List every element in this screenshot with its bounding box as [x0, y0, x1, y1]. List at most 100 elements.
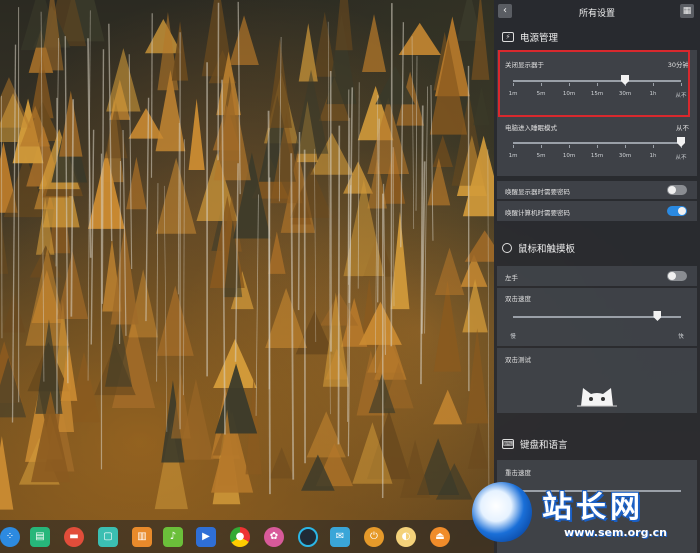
watermark: 站长网 www.sem.org.cn	[468, 478, 700, 553]
mail-icon[interactable]: ✉	[330, 527, 350, 547]
birch-trunk	[415, 55, 418, 211]
birch-trunk	[337, 125, 341, 445]
slider-tick-label: 10m	[562, 153, 576, 159]
toggle-knob	[668, 186, 676, 194]
tree	[306, 411, 346, 458]
eject-icon[interactable]: ⏏	[430, 527, 450, 547]
tree	[335, 0, 353, 51]
birch-trunk	[411, 36, 415, 229]
slider-tick	[653, 145, 654, 148]
slider-tick-label: 1h	[649, 91, 657, 97]
keyboard-section-title: ⌨ 键盘和语言	[502, 439, 568, 451]
sleep-slider[interactable]	[513, 142, 681, 144]
sleep-label: 电脑进入睡眠模式	[505, 124, 557, 132]
video-icon[interactable]: ▬	[64, 527, 84, 547]
birch-trunk	[101, 49, 105, 304]
grid-icon[interactable]: ▦	[680, 4, 694, 18]
slider-tick-label: 1m	[508, 91, 518, 97]
slider-thumb[interactable]	[677, 137, 685, 147]
slider-tick-label: 15m	[590, 153, 604, 159]
tree	[0, 211, 9, 274]
music-icon[interactable]: ▥	[132, 527, 152, 547]
panel-header: ‹ 所有设置 ▦	[494, 0, 700, 24]
slider-tick-label: 5m	[536, 91, 546, 97]
birch-trunk	[297, 132, 301, 311]
forest-trees	[0, 0, 494, 520]
tree	[156, 285, 194, 356]
birch-trunk	[183, 139, 185, 396]
double-click-speed-card: 双击速度 慢 快	[497, 288, 697, 346]
power-icon[interactable]: ⏻	[364, 527, 384, 547]
music-note-icon[interactable]: ♪	[163, 527, 183, 547]
slider-tick-label: 15m	[590, 91, 604, 97]
double-click-speed-label: 双击速度	[505, 295, 531, 303]
slider-tick	[653, 83, 654, 86]
left-hand-row: 左手	[497, 266, 697, 286]
slider-tick	[513, 145, 514, 148]
keyboard-icon: ⌨	[502, 439, 514, 449]
tree	[267, 39, 292, 128]
slider-tick	[569, 145, 570, 148]
slider-tick	[569, 83, 570, 86]
tree	[0, 436, 14, 510]
birch-trunk	[424, 86, 428, 334]
tree	[229, 15, 259, 65]
tree	[265, 287, 307, 349]
wake-display-password-row: 唤醒显示器时需要密码	[497, 181, 697, 199]
file-manager-icon[interactable]: ▤	[30, 527, 50, 547]
left-hand-label: 左手	[505, 274, 518, 282]
watermark-title: 站长网	[542, 490, 644, 525]
left-hand-toggle[interactable]	[667, 271, 687, 281]
tree	[434, 247, 465, 295]
wake-computer-password-toggle[interactable]	[667, 206, 687, 216]
wake-display-password-label: 唤醒显示器时需要密码	[505, 188, 570, 196]
tree	[298, 23, 318, 82]
system-icon[interactable]: ◐	[396, 527, 416, 547]
display-off-label: 关闭显示器于	[505, 61, 544, 69]
dock: ⁘ ▤ ▬ ▢ ▥ ♪ ▶ ● ✿ ✉ ⏻ ◐ ⏏	[0, 520, 494, 553]
wake-display-password-toggle[interactable]	[667, 185, 687, 195]
settings-panel: ‹ 所有设置 ▦ ⚡ 电源管理 关闭显示器于 30分钟 1m 5m 10m 15m 30…	[494, 0, 700, 553]
birch-trunk	[390, 3, 393, 347]
tree	[473, 86, 490, 126]
slider-tick	[541, 83, 542, 86]
slider-tick	[513, 83, 514, 86]
tree	[269, 447, 294, 479]
double-click-test-card: 双击测试	[497, 348, 697, 413]
sleep-value: 从不	[676, 124, 689, 132]
watermark-logo	[472, 482, 532, 542]
activity-icon[interactable]	[298, 527, 318, 547]
movie-icon[interactable]: ▶	[196, 527, 216, 547]
mouse-icon	[502, 243, 512, 253]
sleep-card: 电脑进入睡眠模式 从不 1m 5m 10m 15m 30m 1h 从不	[497, 117, 697, 176]
launcher-icon[interactable]: ⁘	[0, 527, 20, 547]
birch-trunk	[400, 22, 405, 248]
slider-tick	[541, 145, 542, 148]
slider-tick-label: 从不	[675, 93, 687, 99]
slider-thumb[interactable]	[621, 75, 629, 85]
birch-trunk	[90, 129, 95, 345]
power-section-title: ⚡ 电源管理	[502, 29, 558, 45]
cat-face-icon[interactable]	[577, 384, 617, 408]
tree	[268, 231, 286, 274]
chrome-icon[interactable]: ●	[230, 527, 250, 547]
tree	[432, 135, 453, 167]
tree	[128, 108, 164, 139]
slider-tick	[597, 83, 598, 86]
display-off-slider[interactable]	[513, 80, 681, 82]
tree	[398, 22, 441, 55]
store-icon[interactable]: ▢	[98, 527, 118, 547]
wake-computer-password-row: 唤醒计算机时需要密码	[497, 201, 697, 221]
slider-tick-label: 10m	[562, 91, 576, 97]
tree	[362, 14, 386, 73]
mouse-section-title: 鼠标和触摸板	[502, 240, 575, 256]
toggle-knob	[678, 207, 686, 215]
fast-label: 快	[678, 334, 684, 340]
settings-gear-icon[interactable]: ✿	[264, 527, 284, 547]
slider-tick-label: 1m	[508, 153, 518, 159]
double-click-speed-thumb[interactable]	[653, 311, 662, 321]
panel-title: 所有设置	[578, 9, 615, 19]
repeat-speed-label: 重击速度	[505, 469, 531, 477]
tree	[433, 389, 463, 425]
double-click-test-label[interactable]: 双击测试	[505, 354, 531, 364]
